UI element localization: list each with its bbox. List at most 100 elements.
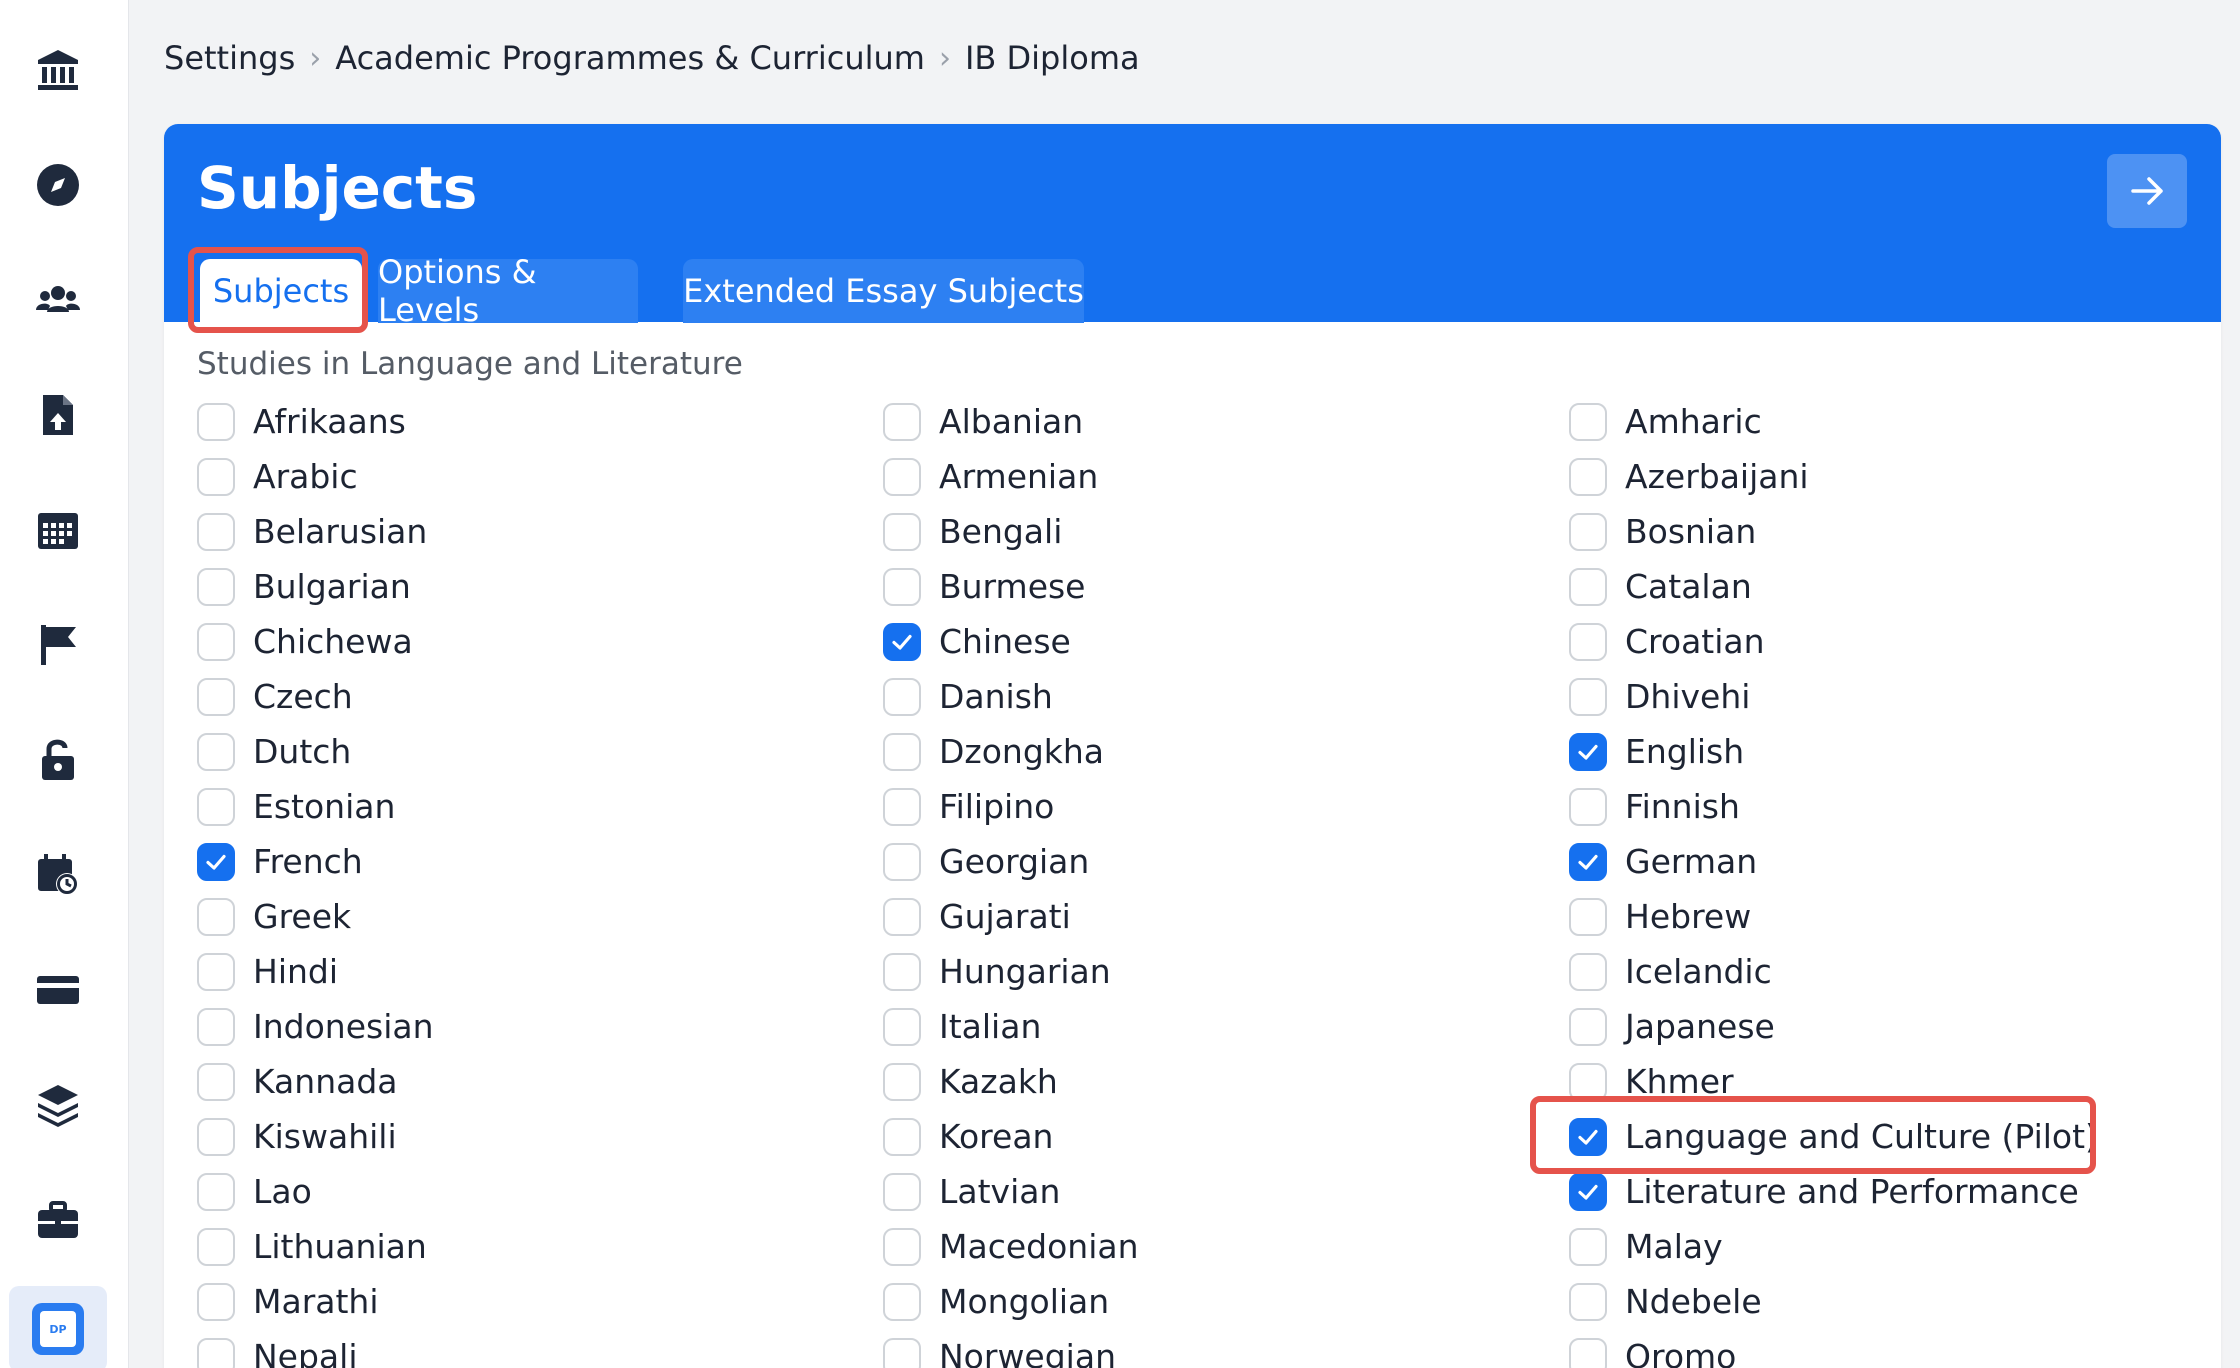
subject-item[interactable]: Kannada: [197, 1054, 434, 1109]
checkbox[interactable]: [197, 457, 235, 496]
checkbox[interactable]: [1569, 457, 1607, 496]
checkbox[interactable]: [883, 1117, 921, 1156]
subject-item[interactable]: Estonian: [197, 779, 434, 834]
checkbox[interactable]: [883, 952, 921, 991]
subject-item[interactable]: Czech: [197, 669, 434, 724]
checkbox[interactable]: [197, 897, 235, 936]
checkbox[interactable]: [1569, 1062, 1607, 1101]
checkbox[interactable]: [883, 897, 921, 936]
subject-item[interactable]: German: [1569, 834, 2098, 889]
checkbox[interactable]: [1569, 677, 1607, 716]
subject-item[interactable]: Catalan: [1569, 559, 2098, 614]
subject-item[interactable]: Kiswahili: [197, 1109, 434, 1164]
checkbox[interactable]: [883, 567, 921, 606]
subject-item[interactable]: Dhivehi: [1569, 669, 2098, 724]
checkbox[interactable]: [1569, 1337, 1607, 1368]
nav-documents[interactable]: [0, 357, 116, 473]
subject-item[interactable]: Marathi: [197, 1274, 434, 1329]
subject-item[interactable]: Norwegian: [883, 1329, 1139, 1368]
checkbox[interactable]: [1569, 1007, 1607, 1046]
subject-item[interactable]: Kazakh: [883, 1054, 1139, 1109]
checkbox[interactable]: [883, 402, 921, 441]
subject-item[interactable]: Greek: [197, 889, 434, 944]
checkbox[interactable]: [1569, 1282, 1607, 1321]
checkbox[interactable]: [1569, 512, 1607, 551]
checkbox[interactable]: [883, 1337, 921, 1368]
subject-item[interactable]: Bulgarian: [197, 559, 434, 614]
checkbox[interactable]: [197, 677, 235, 716]
checkbox[interactable]: [197, 512, 235, 551]
tab-extended-essay-subjects[interactable]: Extended Essay Subjects: [683, 259, 1084, 323]
nav-users[interactable]: [0, 242, 116, 358]
checkbox-checked[interactable]: [1569, 1172, 1607, 1211]
subject-item[interactable]: Danish: [883, 669, 1139, 724]
subject-item[interactable]: Finnish: [1569, 779, 2098, 834]
checkbox[interactable]: [883, 732, 921, 771]
subject-item[interactable]: Belarusian: [197, 504, 434, 559]
subject-item[interactable]: Dzongkha: [883, 724, 1139, 779]
checkbox[interactable]: [1569, 402, 1607, 441]
nav-unlock[interactable]: [0, 702, 116, 818]
checkbox[interactable]: [1569, 622, 1607, 661]
subject-item[interactable]: Chinese: [883, 614, 1139, 669]
checkbox[interactable]: [883, 1282, 921, 1321]
subject-item[interactable]: Filipino: [883, 779, 1139, 834]
nav-compass[interactable]: [0, 127, 116, 243]
nav-ib-diploma[interactable]: DP: [9, 1286, 107, 1368]
checkbox-checked[interactable]: [883, 622, 921, 661]
nav-calendar[interactable]: [0, 472, 116, 588]
checkbox[interactable]: [197, 1117, 235, 1156]
checkbox[interactable]: [197, 732, 235, 771]
subject-item[interactable]: Korean: [883, 1109, 1139, 1164]
subject-item[interactable]: Hebrew: [1569, 889, 2098, 944]
subject-item[interactable]: Indonesian: [197, 999, 434, 1054]
checkbox[interactable]: [883, 1227, 921, 1266]
subject-item[interactable]: English: [1569, 724, 2098, 779]
subject-item[interactable]: Amharic: [1569, 394, 2098, 449]
checkbox[interactable]: [197, 952, 235, 991]
checkbox[interactable]: [197, 787, 235, 826]
checkbox[interactable]: [197, 567, 235, 606]
nav-layers[interactable]: [0, 1047, 116, 1163]
breadcrumb-settings[interactable]: Settings: [164, 39, 295, 77]
subject-item[interactable]: Arabic: [197, 449, 434, 504]
checkbox[interactable]: [883, 1007, 921, 1046]
checkbox[interactable]: [883, 677, 921, 716]
nav-billing[interactable]: [0, 932, 116, 1048]
subject-item[interactable]: Macedonian: [883, 1219, 1139, 1274]
checkbox[interactable]: [1569, 1227, 1607, 1266]
checkbox[interactable]: [1569, 787, 1607, 826]
subject-item[interactable]: Dutch: [197, 724, 434, 779]
subject-item[interactable]: Nepali: [197, 1329, 434, 1368]
subject-item[interactable]: Hungarian: [883, 944, 1139, 999]
subject-item[interactable]: Oromo: [1569, 1329, 2098, 1368]
checkbox[interactable]: [197, 402, 235, 441]
subject-item[interactable]: Croatian: [1569, 614, 2098, 669]
subject-item[interactable]: Lao: [197, 1164, 434, 1219]
nav-briefcase[interactable]: [0, 1162, 116, 1278]
checkbox[interactable]: [197, 1227, 235, 1266]
subject-item[interactable]: Afrikaans: [197, 394, 434, 449]
breadcrumb-academic-programmes[interactable]: Academic Programmes & Curriculum: [335, 39, 925, 77]
subject-item[interactable]: Malay: [1569, 1219, 2098, 1274]
checkbox[interactable]: [883, 787, 921, 826]
checkbox[interactable]: [883, 512, 921, 551]
subject-item[interactable]: Ndebele: [1569, 1274, 2098, 1329]
subject-item[interactable]: Hindi: [197, 944, 434, 999]
next-button[interactable]: [2107, 154, 2187, 228]
subject-item[interactable]: French: [197, 834, 434, 889]
subject-item[interactable]: Mongolian: [883, 1274, 1139, 1329]
checkbox[interactable]: [197, 1282, 235, 1321]
checkbox[interactable]: [883, 1172, 921, 1211]
subject-item[interactable]: Georgian: [883, 834, 1139, 889]
subject-item[interactable]: Italian: [883, 999, 1139, 1054]
subject-item[interactable]: Bosnian: [1569, 504, 2098, 559]
subject-item[interactable]: Chichewa: [197, 614, 434, 669]
subject-item[interactable]: Armenian: [883, 449, 1139, 504]
subject-item[interactable]: Bengali: [883, 504, 1139, 559]
nav-schedule[interactable]: [0, 817, 116, 933]
subject-item[interactable]: Japanese: [1569, 999, 2098, 1054]
subject-item[interactable]: Gujarati: [883, 889, 1139, 944]
subject-item[interactable]: Azerbaijani: [1569, 449, 2098, 504]
breadcrumb-ib-diploma[interactable]: IB Diploma: [965, 39, 1140, 77]
